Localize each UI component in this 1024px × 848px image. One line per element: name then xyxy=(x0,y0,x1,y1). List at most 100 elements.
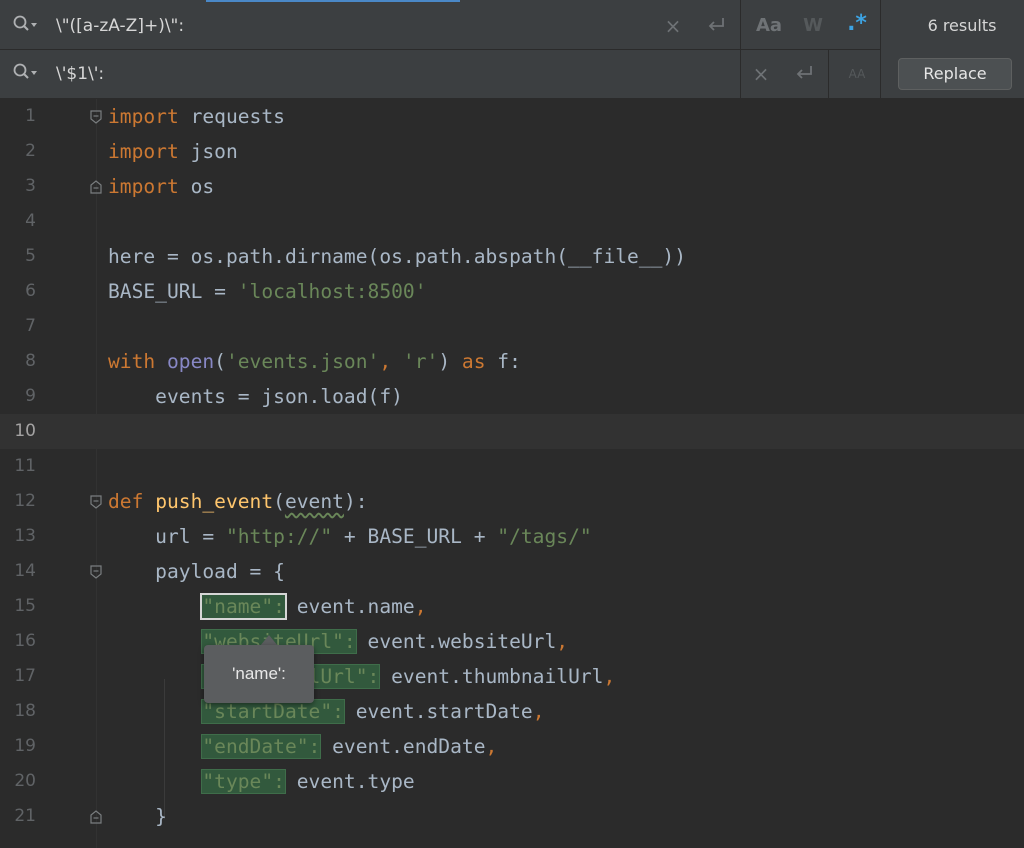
code-line[interactable]: 19 "endDate": event.endDate, xyxy=(0,729,1024,764)
search-input[interactable]: \"([a-zA-Z]+)\": xyxy=(56,14,184,38)
code-token: event.name xyxy=(284,595,415,618)
code-text: } xyxy=(108,805,167,828)
fold-icon[interactable] xyxy=(89,179,103,195)
clear-icon[interactable]: × xyxy=(658,14,688,38)
code-line[interactable]: 9 events = json.load(f) xyxy=(0,379,1024,414)
code-token: f: xyxy=(485,350,521,373)
code-line[interactable]: 21 } xyxy=(0,799,1024,834)
replace-input[interactable]: \'$1\': xyxy=(56,62,104,86)
code-text: def push_event(event): xyxy=(108,484,368,519)
line-number: 3 xyxy=(25,176,36,196)
code-token: ) xyxy=(438,350,462,373)
code-token: os xyxy=(178,175,215,198)
line-number: 12 xyxy=(14,491,36,511)
code-line[interactable]: 1 import requests xyxy=(0,99,1024,134)
keyword: as xyxy=(461,350,486,373)
code-token: + BASE_URL + xyxy=(332,525,498,548)
code-token: event.startDate xyxy=(343,700,533,723)
keyword: import xyxy=(108,175,179,198)
code-text: "thumbnailUrl": event.thumbnailUrl, xyxy=(108,659,615,694)
line-number: 13 xyxy=(14,526,36,546)
code-text: "websiteUrl": event.websiteUrl, xyxy=(108,624,568,659)
code-line[interactable]: 7 xyxy=(0,309,1024,344)
code-line[interactable]: 3 import os xyxy=(0,169,1024,204)
code-text: import requests xyxy=(108,99,285,134)
code-token: event.type xyxy=(284,770,415,793)
code-line-current[interactable]: 10 xyxy=(0,414,1024,449)
find-row: \"([a-zA-Z]+)\": × Aa W .* 6 results xyxy=(0,2,1024,50)
code-line[interactable]: 11 xyxy=(0,449,1024,484)
match-case-toggle[interactable]: Aa xyxy=(754,14,784,38)
line-number: 5 xyxy=(25,246,36,266)
code-token: , xyxy=(556,630,569,653)
code-text: with open('events.json', 'r') as f: xyxy=(108,344,521,379)
find-replace-bar: \"([a-zA-Z]+)\": × Aa W .* 6 results \'$… xyxy=(0,0,1024,99)
code-text: "startDate": event.startDate, xyxy=(108,694,544,729)
code-token: ( xyxy=(214,350,226,373)
fold-icon[interactable] xyxy=(89,494,103,510)
code-token: , xyxy=(379,350,403,373)
code-line[interactable]: 18 "startDate": event.startDate, xyxy=(0,694,1024,729)
code-editor[interactable]: 1 import requests 2 import json 3 import… xyxy=(0,99,1024,848)
string-literal: "http://" xyxy=(225,525,333,548)
code-line[interactable]: 4 xyxy=(0,204,1024,239)
line-number: 1 xyxy=(25,106,36,126)
words-toggle[interactable]: W xyxy=(798,14,828,38)
newline-icon[interactable] xyxy=(702,14,732,38)
search-match: "startDate": xyxy=(201,699,345,724)
string-literal: "/tags/" xyxy=(497,525,592,548)
fold-icon[interactable] xyxy=(89,809,103,825)
fold-icon[interactable] xyxy=(89,109,103,125)
string-literal: 'events.json' xyxy=(225,350,380,373)
regex-toggle[interactable]: .* xyxy=(842,12,872,36)
replace-row: \'$1\': × AA Replace xyxy=(0,50,1024,98)
code-line[interactable]: 20 "type": event.type xyxy=(0,764,1024,799)
code-line[interactable]: 17 "thumbnailUrl": event.thumbnailUrl, xyxy=(0,659,1024,694)
code-text: "type": event.type xyxy=(108,764,415,799)
keyword: import xyxy=(108,105,179,128)
code-line[interactable]: 16 "websiteUrl": event.websiteUrl, xyxy=(0,624,1024,659)
fold-icon[interactable] xyxy=(89,564,103,580)
keyword: import xyxy=(108,140,179,163)
keyword: with xyxy=(108,350,156,373)
code-line[interactable]: 5 here = os.path.dirname(os.path.abspath… xyxy=(0,239,1024,274)
code-token: , xyxy=(414,595,427,618)
line-number: 10 xyxy=(14,421,36,441)
preserve-case-toggle[interactable]: AA xyxy=(842,62,872,86)
line-number: 14 xyxy=(14,561,36,581)
search-history-icon[interactable] xyxy=(12,14,40,36)
code-token: event.websiteUrl xyxy=(355,630,557,653)
line-number: 7 xyxy=(25,316,36,336)
code-line[interactable]: 14 payload = { xyxy=(0,554,1024,589)
code-line[interactable]: 12 def push_event(event): xyxy=(0,484,1024,519)
clear-icon[interactable]: × xyxy=(746,62,776,86)
line-number: 11 xyxy=(14,456,36,476)
code-token: ( xyxy=(273,490,285,513)
code-text: import os xyxy=(108,169,214,204)
function-name: push_event xyxy=(155,490,274,513)
builtin: open xyxy=(166,350,215,373)
replace-history-icon[interactable] xyxy=(12,62,40,84)
code-token: , xyxy=(603,665,616,688)
code-line[interactable]: 2 import json xyxy=(0,134,1024,169)
code-line[interactable]: 13 url = "http://" + BASE_URL + "/tags/" xyxy=(0,519,1024,554)
code-line[interactable]: 15 "name": event.name, xyxy=(0,589,1024,624)
code-token: ): xyxy=(343,490,368,513)
line-number: 17 xyxy=(14,666,36,686)
line-number: 6 xyxy=(25,281,36,301)
code-token: json xyxy=(178,140,238,163)
code-text: import json xyxy=(108,134,238,169)
code-token: BASE_URL = xyxy=(108,280,238,303)
search-match: "type": xyxy=(201,769,286,794)
string-literal: 'r' xyxy=(402,350,439,373)
replace-button[interactable]: Replace xyxy=(898,58,1012,90)
line-number: 15 xyxy=(14,596,36,616)
newline-icon[interactable] xyxy=(790,62,820,86)
code-line[interactable]: 8 with open('events.json', 'r') as f: xyxy=(0,344,1024,379)
line-number: 2 xyxy=(25,141,36,161)
keyword: def xyxy=(108,490,144,513)
search-match-current: "name": xyxy=(200,593,287,620)
code-line[interactable]: 6 BASE_URL = 'localhost:8500' xyxy=(0,274,1024,309)
line-number: 20 xyxy=(14,771,36,791)
code-token: requests xyxy=(178,105,285,128)
